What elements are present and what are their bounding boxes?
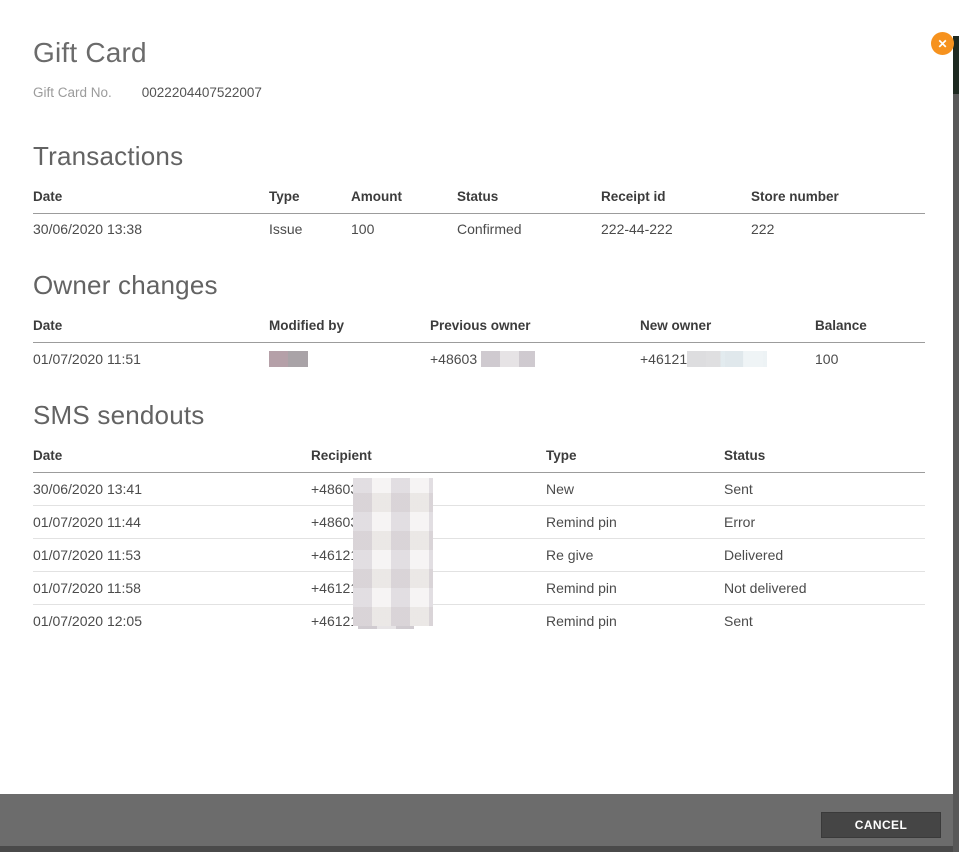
cell-amount: 100 [351,214,457,246]
cell-type: Remind pin [546,605,724,638]
column-header-date: Date [33,440,311,473]
gift-card-no-label: Gift Card No. [33,85,112,101]
column-header-recipient: Recipient [311,440,546,473]
cell-type: New [546,473,724,506]
column-header-status: Status [457,181,601,214]
cell-date: 01/07/2020 11:51 [33,343,269,376]
phone-prefix: +48603 [430,351,477,367]
column-header-date: Date [33,181,269,214]
page-edge-right [953,36,959,852]
table-row: 01/07/2020 11:58 +46121 Remind pin Not d… [33,572,925,605]
cell-status: Delivered [724,539,925,572]
phone-prefix: +46121 [311,580,358,596]
cell-date: 30/06/2020 13:41 [33,473,311,506]
close-button[interactable]: ✕ [931,32,954,55]
redacted-blur [687,351,767,367]
owner-changes-title: Owner changes [33,270,925,301]
table-header-row: Date Recipient Type Status [33,440,925,473]
column-header-store-number: Store number [751,181,925,214]
redacted-blur [269,351,308,367]
phone-prefix: +48603 [311,514,358,530]
table-row: 01/07/2020 12:05 +46121 Remind pin Sent [33,605,925,638]
cell-balance: 100 [815,343,925,376]
cell-status: Sent [724,473,925,506]
redacted-blur-patch [353,478,433,626]
cell-receipt-id: 222-44-222 [601,214,751,246]
cell-date: 01/07/2020 12:05 [33,605,311,638]
cell-type: Remind pin [546,506,724,539]
table-row: 01/07/2020 11:44 +48603 Remind pin Error [33,506,925,539]
close-icon: ✕ [937,38,947,50]
cell-status: Confirmed [457,214,601,246]
gift-card-modal: Gift Card Gift Card No. 0022204407522007… [0,36,959,637]
column-header-type: Type [546,440,724,473]
column-header-type: Type [269,181,351,214]
cell-status: Sent [724,605,925,638]
cell-previous-owner: +48603 [430,343,640,376]
page-title: Gift Card [33,36,925,69]
column-header-previous-owner: Previous owner [430,310,640,343]
column-header-balance: Balance [815,310,925,343]
transactions-table: Date Type Amount Status Receipt id Store… [33,181,925,245]
cell-type: Re give [546,539,724,572]
cell-status: Not delivered [724,572,925,605]
transactions-title: Transactions [33,141,925,172]
gift-card-number-row: Gift Card No. 0022204407522007 [33,85,925,101]
cell-type: Remind pin [546,572,724,605]
gift-card-no-value: 0022204407522007 [142,85,262,101]
phone-prefix: +46121 [311,547,358,563]
cell-new-owner: +46121 [640,343,815,376]
column-header-new-owner: New owner [640,310,815,343]
cell-status: Error [724,506,925,539]
redacted-blur [481,351,535,367]
cell-type: Issue [269,214,351,246]
sms-sendouts-title: SMS sendouts [33,400,925,431]
column-header-status: Status [724,440,925,473]
cell-store-number: 222 [751,214,925,246]
owner-changes-table: Date Modified by Previous owner New owne… [33,310,925,375]
table-header-row: Date Modified by Previous owner New owne… [33,310,925,343]
footer-bar: CANCEL [0,794,953,846]
page-edge-bottom [0,846,959,852]
cell-date: 30/06/2020 13:38 [33,214,269,246]
sms-sendouts-table: Date Recipient Type Status 30/06/2020 13… [33,440,925,637]
table-row: 01/07/2020 11:51 +48603 +46121 100 [33,343,925,376]
cell-date: 01/07/2020 11:44 [33,506,311,539]
table-row: 30/06/2020 13:41 +48603 New Sent [33,473,925,506]
phone-prefix: +48603 [311,481,358,497]
table-row: 30/06/2020 13:38 Issue 100 Confirmed 222… [33,214,925,246]
column-header-modified-by: Modified by [269,310,430,343]
cell-modified-by [269,343,430,376]
owner-changes-section: Owner changes Date Modified by Previous … [33,270,925,375]
sms-sendouts-section: SMS sendouts Date Recipient Type Status [33,400,925,637]
table-header-row: Date Type Amount Status Receipt id Store… [33,181,925,214]
phone-prefix: +46121 [311,613,358,629]
cell-date: 01/07/2020 11:53 [33,539,311,572]
cell-date: 01/07/2020 11:58 [33,572,311,605]
table-row: 01/07/2020 11:53 +46121 Re give Delivere… [33,539,925,572]
column-header-date: Date [33,310,269,343]
phone-prefix: +46121 [640,351,687,367]
transactions-section: Transactions Date Type Amount Status Rec… [33,141,925,245]
column-header-receipt-id: Receipt id [601,181,751,214]
column-header-amount: Amount [351,181,457,214]
